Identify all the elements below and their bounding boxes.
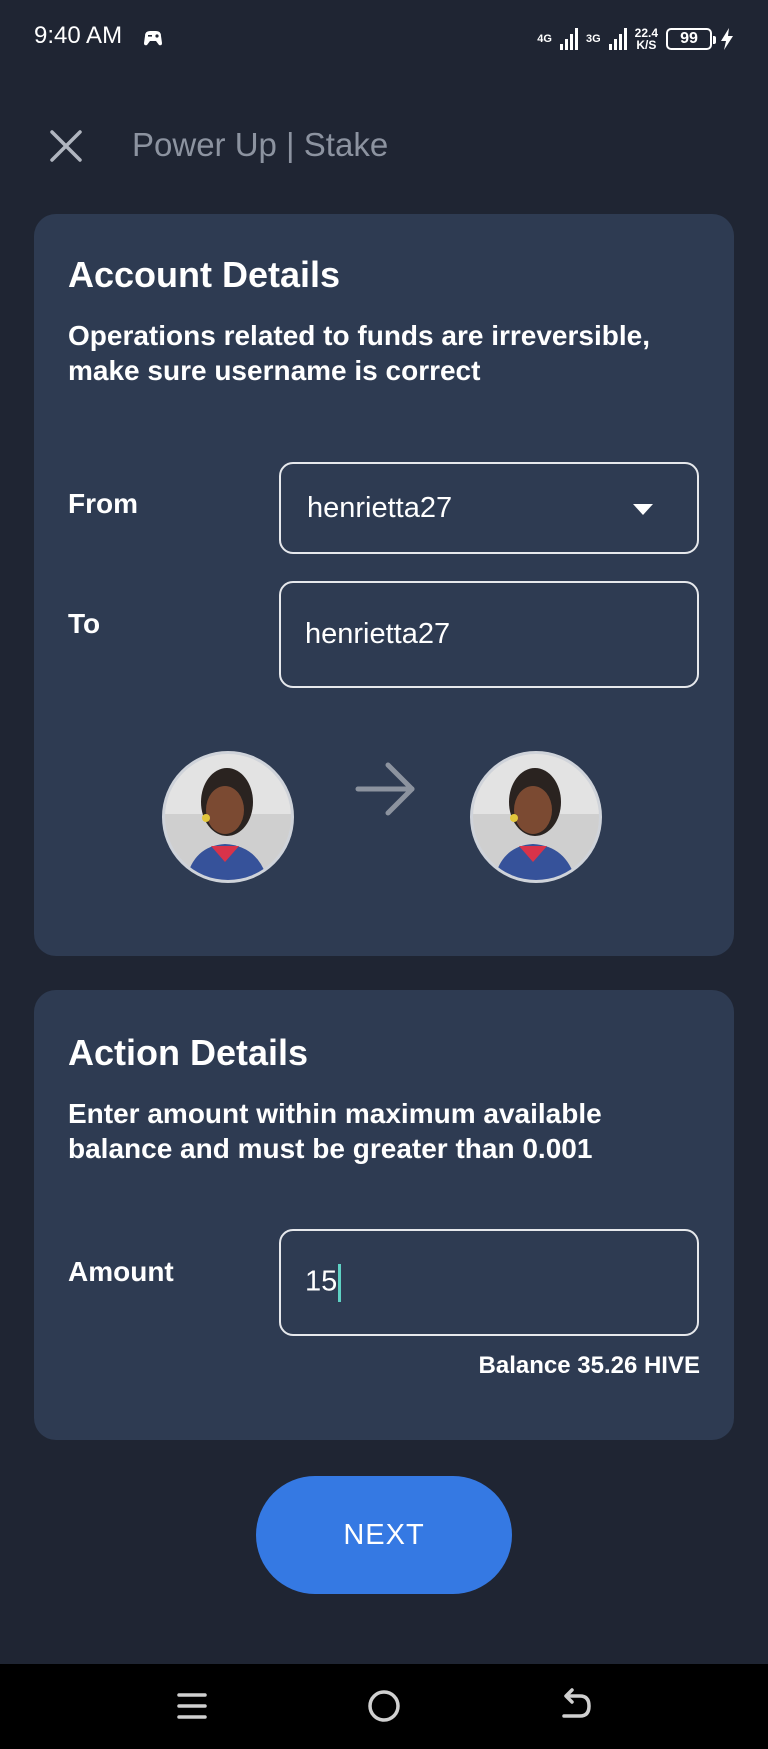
network-speed: 22.4 K/S <box>635 27 658 51</box>
from-label: From <box>68 488 138 519</box>
battery-icon: 99 <box>666 28 716 50</box>
chevron-down-icon <box>633 504 653 515</box>
from-account-select[interactable]: henrietta27 <box>279 462 699 554</box>
back-icon[interactable] <box>554 1684 598 1728</box>
profile-photo <box>473 754 599 880</box>
to-label: To <box>68 608 101 639</box>
account-details-description: Operations related to funds are irrevers… <box>68 320 650 386</box>
next-button[interactable]: NEXT <box>256 1476 512 1594</box>
amount-text: 15 <box>305 1265 338 1298</box>
status-time: 9:40 AM <box>34 22 123 49</box>
page-title: Power Up | Stake <box>132 126 389 163</box>
home-circle-icon[interactable] <box>362 1684 406 1728</box>
header: Power Up | Stake <box>0 110 768 180</box>
profile-photo <box>165 754 291 880</box>
arrow-right-icon <box>355 762 415 816</box>
status-bar: 9:40 AM 4G 3G 22.4 K/S 99 <box>0 0 768 78</box>
from-account-value: henrietta27 <box>307 491 453 524</box>
to-account-input[interactable]: henrietta27 <box>279 581 699 688</box>
amount-value: 15 <box>305 1263 342 1302</box>
signal-strength-icon <box>559 28 578 50</box>
network-4g-label: 4G <box>537 32 552 45</box>
action-details-description: Enter amount within maximum available ba… <box>68 1098 602 1164</box>
network-3g-label: 3G <box>585 32 601 45</box>
status-indicators: 4G 3G 22.4 K/S 99 <box>537 24 734 54</box>
action-details-card: Action Details Enter amount within maxim… <box>34 990 734 1440</box>
menu-icon[interactable] <box>170 1684 214 1728</box>
to-account-avatar <box>470 751 602 883</box>
power-up-screen: 9:40 AM 4G 3G 22.4 K/S 99 Power Up | Sta… <box>0 0 768 1749</box>
balance-text: Balance 35.26 HIVE <box>478 1352 700 1379</box>
amount-input[interactable]: 15 <box>279 1229 699 1336</box>
gamepad-icon <box>144 31 162 46</box>
account-details-title: Account Details <box>68 254 341 295</box>
close-icon[interactable] <box>44 124 88 168</box>
text-cursor <box>338 1263 342 1302</box>
network-speed-unit: K/S <box>636 38 657 52</box>
to-account-value: henrietta27 <box>305 618 451 650</box>
account-details-card: Account Details Operations related to fu… <box>34 214 734 956</box>
system-nav-bar <box>0 1664 768 1749</box>
action-details-title: Action Details <box>68 1032 309 1073</box>
signal-strength-icon <box>608 28 627 50</box>
amount-label: Amount <box>68 1256 174 1287</box>
battery-level: 99 <box>680 30 698 47</box>
lightning-icon <box>721 28 733 50</box>
from-account-avatar <box>162 751 294 883</box>
